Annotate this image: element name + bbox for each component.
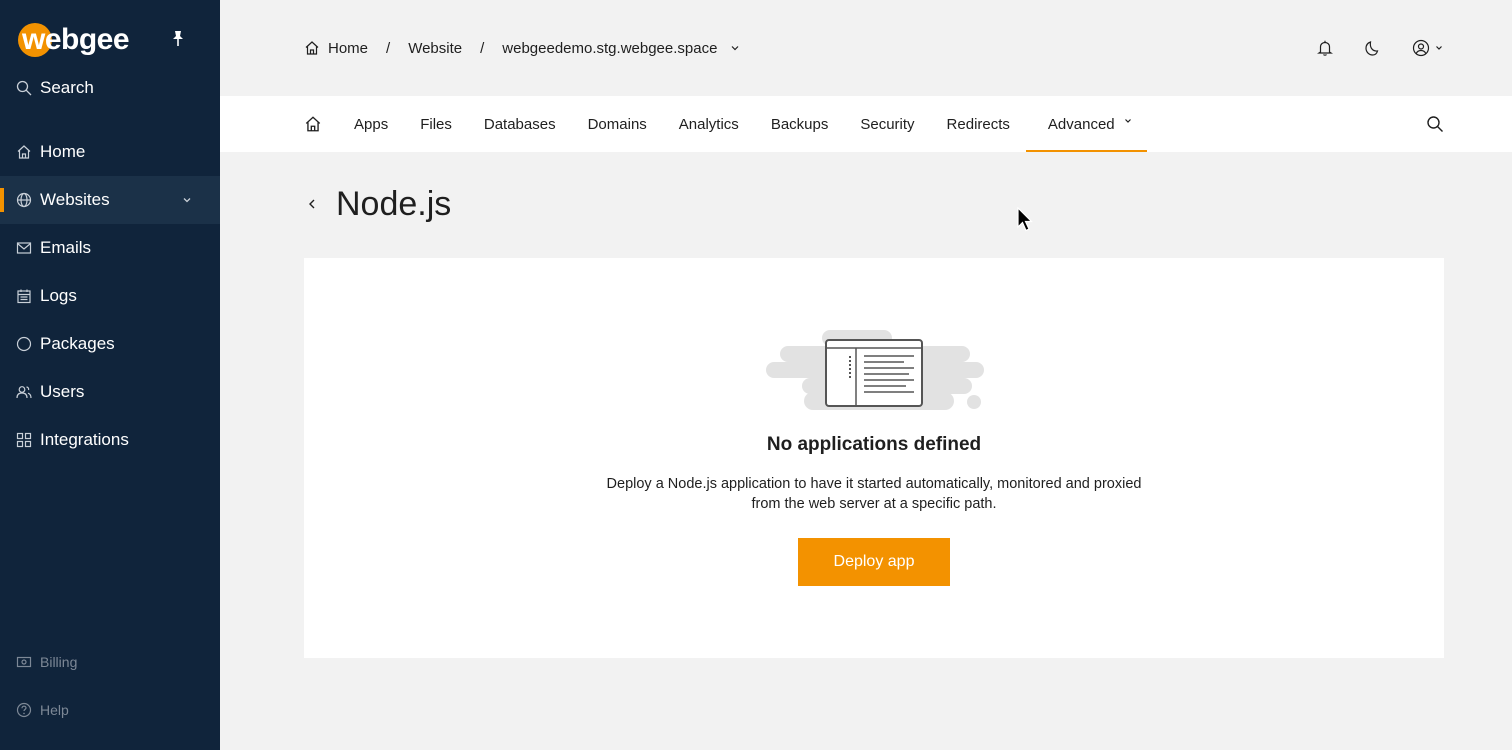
tab-files[interactable]: Files (404, 96, 468, 152)
deploy-app-button[interactable]: Deploy app (798, 538, 950, 586)
sidebar-item-billing[interactable]: Billing (16, 650, 77, 674)
page-title: Node.js (336, 184, 452, 223)
pin-icon[interactable] (170, 30, 186, 48)
tabs-bar: Apps Files Databases Domains Analytics B… (220, 96, 1512, 152)
sidebar-item-label: Emails (40, 238, 92, 257)
tab-apps[interactable]: Apps (338, 96, 404, 152)
empty-applications-illustration (766, 330, 984, 410)
sidebar-item-emails[interactable]: Emails (0, 224, 220, 272)
help-label: Help (40, 702, 69, 718)
bell-icon[interactable] (1316, 39, 1334, 57)
tab-databases[interactable]: Databases (468, 96, 572, 152)
breadcrumb: Home / Website / webgeedemo.stg.webgee.s… (304, 36, 741, 60)
top-actions (1316, 36, 1444, 60)
mail-icon (16, 242, 32, 254)
sidebar-item-label: Users (40, 382, 85, 401)
grid-icon (16, 432, 32, 448)
sidebar-item-help[interactable]: Help (16, 698, 69, 722)
search-icon[interactable] (1426, 115, 1444, 133)
breadcrumb-separator: / (386, 39, 391, 57)
logo-text: webgee (22, 23, 130, 56)
sidebar-item-home[interactable]: Home (0, 128, 220, 176)
home-icon (305, 116, 321, 132)
sidebar-item-websites[interactable]: Websites (0, 176, 220, 224)
breadcrumb-website[interactable]: Website (408, 40, 462, 57)
sidebar-nav: Home Websites Emails Logs Packages Users… (0, 128, 220, 464)
tabs: Apps Files Databases Domains Analytics B… (304, 96, 1147, 152)
sidebar-item-integrations[interactable]: Integrations (0, 416, 220, 464)
breadcrumb-home-label: Home (328, 39, 369, 57)
chevron-down-icon (732, 46, 739, 51)
calendar-icon (17, 289, 31, 304)
tab-analytics[interactable]: Analytics (663, 96, 755, 152)
breadcrumb-separator: / (480, 39, 485, 57)
chevron-left-icon[interactable] (304, 196, 320, 212)
search-icon (16, 80, 32, 96)
page-heading: Node.js (304, 184, 451, 224)
sidebar-item-logs[interactable]: Logs (0, 272, 220, 320)
sidebar-item-label: Logs (40, 286, 77, 305)
logo[interactable]: webgee (18, 22, 130, 58)
mouse-cursor-icon (1017, 207, 1033, 232)
tab-redirects[interactable]: Redirects (931, 96, 1026, 152)
breadcrumb-domain-selector[interactable]: webgeedemo.stg.webgee.space (502, 40, 741, 57)
tab-domains[interactable]: Domains (572, 96, 663, 152)
sidebar-item-label: Integrations (40, 430, 129, 449)
sidebar-search-label: Search (40, 78, 94, 97)
breadcrumb-home[interactable]: Home (304, 40, 368, 57)
user-circle-icon (1412, 39, 1430, 57)
top-bar: Home / Website / webgeedemo.stg.webgee.s… (220, 0, 1512, 96)
users-icon (16, 386, 32, 399)
sidebar-search[interactable]: Search (16, 76, 94, 100)
sidebar-item-label: Websites (40, 190, 110, 209)
empty-state-card: No applications defined Deploy a Node.js… (304, 258, 1444, 658)
tab-home[interactable] (304, 96, 338, 152)
home-icon (17, 145, 31, 159)
sidebar-item-label: Home (40, 142, 86, 161)
sidebar: webgee Search Home Websites Emails Logs … (0, 0, 220, 750)
moon-icon[interactable] (1364, 39, 1382, 57)
globe-icon (16, 192, 32, 208)
tab-advanced-label: Advanced (1047, 115, 1115, 133)
billing-label: Billing (40, 654, 78, 670)
chevron-down-icon[interactable] (182, 193, 192, 207)
help-icon (16, 702, 32, 718)
chevron-down-icon (1436, 46, 1442, 50)
sidebar-item-label: Packages (40, 334, 115, 353)
billing-icon (16, 656, 32, 668)
tab-advanced[interactable]: Advanced (1025, 96, 1147, 152)
empty-state-description: Deploy a Node.js application to have it … (606, 476, 1142, 512)
user-menu[interactable] (1412, 39, 1444, 57)
breadcrumb-domain-label: webgeedemo.stg.webgee.space (502, 39, 718, 57)
chevron-down-icon (1124, 119, 1131, 123)
sidebar-item-users[interactable]: Users (0, 368, 220, 416)
tab-backups[interactable]: Backups (755, 96, 845, 152)
tab-security[interactable]: Security (844, 96, 930, 152)
circle-icon (16, 336, 32, 352)
empty-state-title: No applications defined (766, 434, 982, 455)
sidebar-item-packages[interactable]: Packages (0, 320, 220, 368)
home-icon (305, 41, 319, 55)
